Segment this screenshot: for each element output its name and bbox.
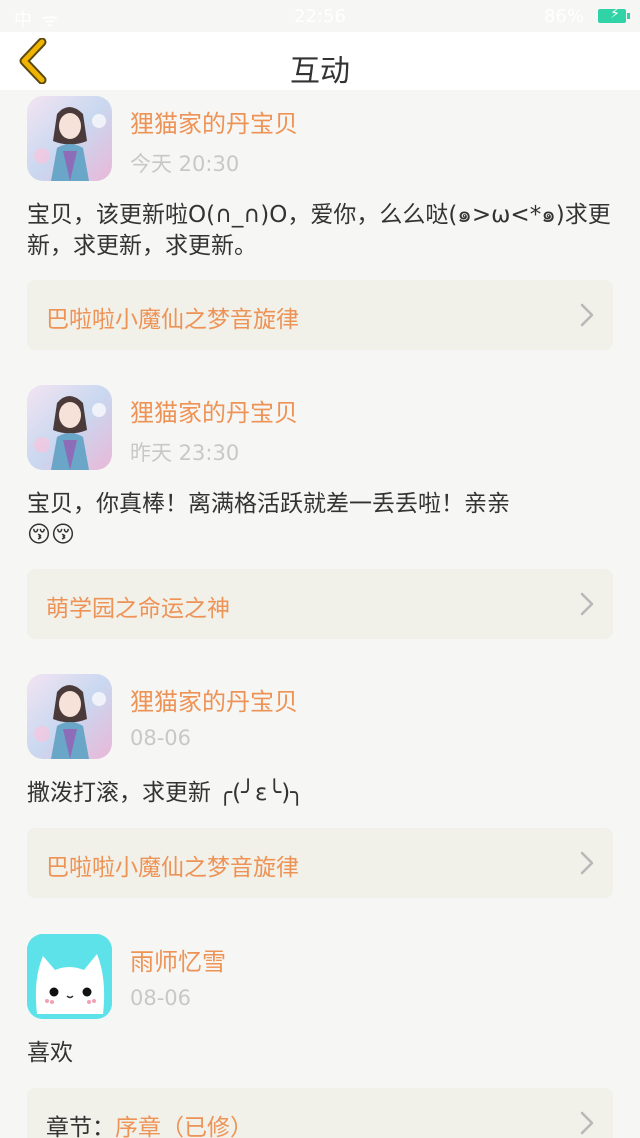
avatar[interactable] (27, 96, 112, 181)
feed-item: 狸猫家的丹宝贝 今天 20:30 宝贝，该更新啦O(∩_∩)O，爱你，么么哒(๑… (0, 90, 640, 377)
post-content: 喜欢 (27, 1040, 73, 1066)
chapter-name: 序章（已修） (115, 1115, 253, 1138)
chapter-title: 章节：序章（已修） (46, 1108, 253, 1138)
charging-icon: ⚡ (610, 6, 620, 22)
avatar[interactable] (27, 674, 112, 759)
status-bar: 中 ᯤ 22:56 86% ⚡ (0, 0, 640, 32)
chevron-right-icon (580, 592, 594, 616)
post-content: 宝贝，该更新啦O(∩_∩)O，爱你，么么哒(๑>ω<*๑)求更新，求更新，求更新… (27, 202, 611, 259)
book-link-card[interactable]: 巴啦啦小魔仙之梦音旋律 (27, 280, 613, 350)
chapter-link-card[interactable]: 章节：序章（已修） (27, 1088, 613, 1138)
book-title: 巴啦啦小魔仙之梦音旋律 (46, 307, 299, 333)
book-link-card[interactable]: 巴啦啦小魔仙之梦音旋律 (27, 828, 613, 898)
interaction-feed[interactable]: 狸猫家的丹宝贝 今天 20:30 宝贝，该更新啦O(∩_∩)O，爱你，么么哒(๑… (0, 90, 640, 1138)
chevron-right-icon (580, 1111, 594, 1135)
nav-bar: 互动 (0, 32, 640, 90)
post-time: 今天 20:30 (130, 152, 240, 176)
post-content: 撒泼打滚，求更新 ╭(╯ε╰)╮ (27, 780, 305, 806)
avatar[interactable] (27, 934, 112, 1019)
post-content: 宝贝，你真棒！离满格活跃就差一丢丢啦！亲亲😚😚 (27, 491, 510, 548)
post-time: 08-06 (130, 726, 192, 750)
book-title: 巴啦啦小魔仙之梦音旋律 (46, 855, 299, 881)
book-link-card[interactable]: 萌学园之命运之神 (27, 569, 613, 639)
post-time: 昨天 23:30 (130, 441, 240, 465)
chevron-right-icon (580, 851, 594, 875)
author-name[interactable]: 狸猫家的丹宝贝 (130, 104, 298, 139)
battery-percent: 86% (543, 6, 584, 27)
book-title: 萌学园之命运之神 (46, 596, 230, 622)
author-name[interactable]: 狸猫家的丹宝贝 (130, 393, 298, 428)
feed-item: 狸猫家的丹宝贝 昨天 23:30 宝贝，你真棒！离满格活跃就差一丢丢啦！亲亲😚😚… (0, 377, 640, 666)
author-name[interactable]: 狸猫家的丹宝贝 (130, 682, 298, 717)
feed-item: 狸猫家的丹宝贝 08-06 撒泼打滚，求更新 ╭(╯ε╰)╮ 巴啦啦小魔仙之梦音… (0, 666, 640, 926)
page-title: 互动 (290, 54, 350, 89)
author-name[interactable]: 雨师忆雪 (130, 942, 226, 977)
post-time: 08-06 (130, 986, 192, 1010)
chapter-prefix: 章节： (46, 1115, 115, 1138)
avatar[interactable] (27, 385, 112, 470)
feed-item: 雨师忆雪 08-06 喜欢 章节：序章（已修） (0, 926, 640, 1138)
chevron-right-icon (580, 303, 594, 327)
